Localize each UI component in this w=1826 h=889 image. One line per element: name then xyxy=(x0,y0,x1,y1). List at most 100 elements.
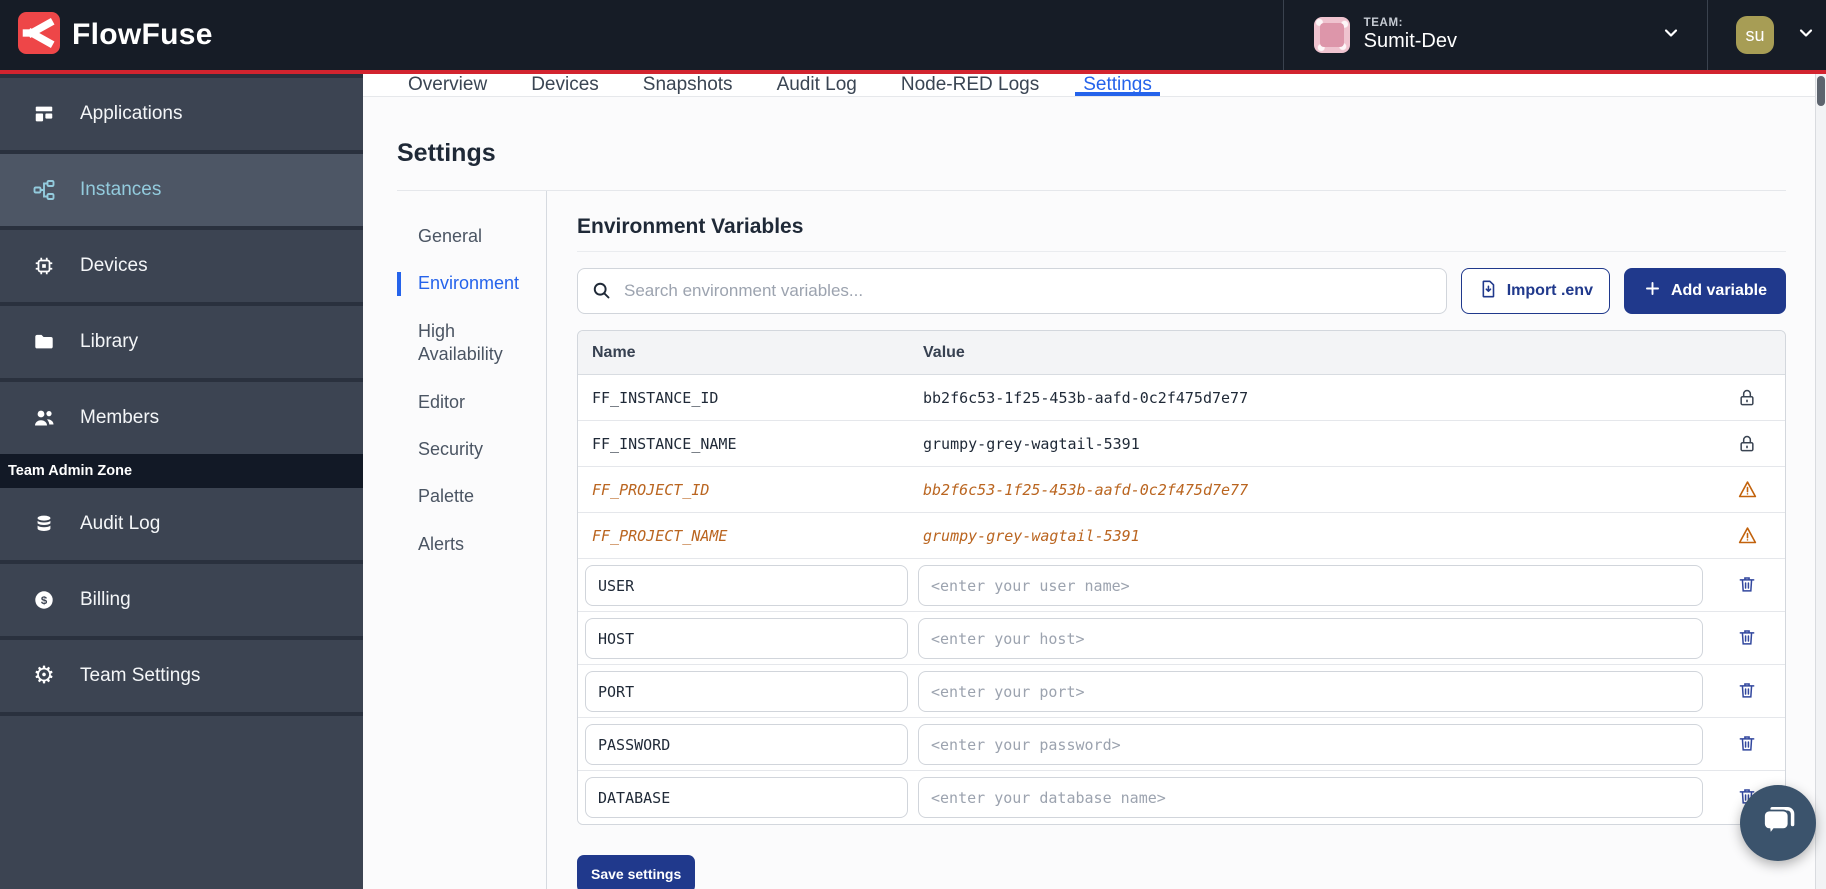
environment-section: Environment Variables xyxy=(547,191,1786,889)
trash-icon xyxy=(1737,733,1757,756)
sidebar-separator xyxy=(0,712,363,716)
tab-snapshots[interactable]: Snapshots xyxy=(643,74,733,96)
env-var-value-input[interactable] xyxy=(918,618,1703,659)
table-header-row: Name Value xyxy=(578,331,1785,375)
subnav-item-editor[interactable]: Editor xyxy=(397,391,528,414)
lock-icon xyxy=(1709,388,1785,408)
env-var-name-input[interactable] xyxy=(585,618,908,659)
scrollbar-thumb[interactable] xyxy=(1817,76,1825,106)
gear-icon: ⚙ xyxy=(32,664,56,688)
sidebar: Applications Instances Devices Library xyxy=(0,74,363,889)
sidebar-item-billing[interactable]: $ Billing xyxy=(0,564,363,636)
tab-settings[interactable]: Settings xyxy=(1083,74,1152,96)
env-var-name: FF_INSTANCE_ID xyxy=(578,389,918,407)
tab-overview[interactable]: Overview xyxy=(408,74,487,96)
env-var-name-input[interactable] xyxy=(585,565,908,606)
main-panel: Overview Devices Snapshots Audit Log Nod… xyxy=(363,74,1826,889)
env-var-value: bb2f6c53-1f25-453b-aafd-0c2f475d7e77 xyxy=(918,481,1709,499)
sidebar-item-team-settings[interactable]: ⚙ Team Settings xyxy=(0,640,363,712)
delete-variable-button[interactable] xyxy=(1733,729,1761,760)
settings-subnav: General Environment High Availability Ed… xyxy=(397,191,547,889)
sidebar-item-label: Instances xyxy=(80,179,161,201)
env-var-row: FF_PROJECT_NAMEgrumpy-grey-wagtail-5391 xyxy=(578,513,1785,559)
avatar: su xyxy=(1736,16,1774,54)
brand-name: FlowFuse xyxy=(72,18,213,52)
sidebar-item-label: Team Settings xyxy=(80,665,200,687)
search-input[interactable] xyxy=(577,268,1447,314)
subnav-item-high-availability[interactable]: High Availability xyxy=(397,320,528,367)
chevron-down-icon xyxy=(1661,23,1681,48)
sidebar-item-devices[interactable]: Devices xyxy=(0,230,363,302)
add-variable-button[interactable]: Add variable xyxy=(1624,268,1786,314)
page-title: Settings xyxy=(397,139,1786,168)
sidebar-item-label: Devices xyxy=(80,255,148,277)
warning-icon xyxy=(1709,525,1785,546)
env-var-value-input[interactable] xyxy=(918,777,1703,818)
env-var-row xyxy=(578,665,1785,718)
column-header-name: Name xyxy=(578,344,918,362)
chat-widget-button[interactable] xyxy=(1740,785,1816,861)
sidebar-item-label: Billing xyxy=(80,589,131,611)
sidebar-item-instances[interactable]: Instances xyxy=(0,154,363,226)
env-var-name: FF_PROJECT_ID xyxy=(578,481,918,499)
sidebar-section-team-admin-zone: Team Admin Zone xyxy=(0,454,363,488)
team-name: Sumit-Dev xyxy=(1364,30,1457,53)
env-var-value: bb2f6c53-1f25-453b-aafd-0c2f475d7e77 xyxy=(918,389,1709,407)
env-var-row: FF_INSTANCE_NAMEgrumpy-grey-wagtail-5391 xyxy=(578,421,1785,467)
env-var-row: FF_PROJECT_IDbb2f6c53-1f25-453b-aafd-0c2… xyxy=(578,467,1785,513)
subnav-item-security[interactable]: Security xyxy=(397,438,528,461)
topbar: FlowFuse TEAM: Sumit-Dev su xyxy=(0,0,1826,70)
settings-content: Settings General Environment High Availa… xyxy=(363,97,1826,889)
section-divider xyxy=(577,251,1786,252)
delete-variable-button[interactable] xyxy=(1733,676,1761,707)
trash-icon xyxy=(1737,574,1757,597)
team-text: TEAM: Sumit-Dev xyxy=(1364,17,1457,53)
sidebar-item-audit-log[interactable]: Audit Log xyxy=(0,488,363,560)
delete-variable-button[interactable] xyxy=(1733,623,1761,654)
search-icon xyxy=(591,280,612,306)
env-var-row xyxy=(578,559,1785,612)
applications-icon xyxy=(32,102,56,126)
save-settings-button[interactable]: Save settings xyxy=(577,855,695,889)
sidebar-item-label: Applications xyxy=(80,103,182,125)
sidebar-item-library[interactable]: Library xyxy=(0,306,363,378)
brand: FlowFuse xyxy=(18,12,213,59)
chip-icon xyxy=(32,254,56,278)
subnav-item-palette[interactable]: Palette xyxy=(397,485,528,508)
sidebar-item-label: Audit Log xyxy=(80,513,160,535)
subnav-item-environment[interactable]: Environment xyxy=(397,272,528,295)
team-label: TEAM: xyxy=(1364,17,1457,30)
add-variable-label: Add variable xyxy=(1671,282,1767,300)
instances-icon xyxy=(32,178,56,202)
database-icon xyxy=(32,512,56,536)
user-menu[interactable]: su xyxy=(1708,16,1826,54)
env-var-value-input[interactable] xyxy=(918,724,1703,765)
env-var-row xyxy=(578,771,1785,824)
team-selector[interactable]: TEAM: Sumit-Dev xyxy=(1284,0,1707,70)
import-env-button[interactable]: Import .env xyxy=(1461,268,1610,314)
env-var-value: grumpy-grey-wagtail-5391 xyxy=(918,435,1709,453)
env-var-name: FF_PROJECT_NAME xyxy=(578,527,918,545)
chevron-down-icon xyxy=(1796,23,1816,48)
page-scrollbar[interactable] xyxy=(1815,74,1826,889)
env-var-value-input[interactable] xyxy=(918,565,1703,606)
sidebar-item-applications[interactable]: Applications xyxy=(0,78,363,150)
env-variables-table: Name Value FF_INSTANCE_IDbb2f6c53-1f25-4… xyxy=(577,330,1786,825)
dollar-icon: $ xyxy=(32,588,56,612)
delete-variable-button[interactable] xyxy=(1733,570,1761,601)
tab-audit-log[interactable]: Audit Log xyxy=(777,74,857,96)
tab-node-red-logs[interactable]: Node-RED Logs xyxy=(901,74,1039,96)
sidebar-item-label: Library xyxy=(80,331,138,353)
env-var-value-input[interactable] xyxy=(918,671,1703,712)
env-var-name-input[interactable] xyxy=(585,724,908,765)
sidebar-item-members[interactable]: Members xyxy=(0,382,363,454)
import-file-icon xyxy=(1478,279,1498,304)
subnav-item-alerts[interactable]: Alerts xyxy=(397,533,528,556)
env-table-body: FF_INSTANCE_IDbb2f6c53-1f25-453b-aafd-0c… xyxy=(578,375,1785,824)
topbar-right: TEAM: Sumit-Dev su xyxy=(1283,0,1826,70)
subnav-item-general[interactable]: General xyxy=(397,225,528,248)
env-var-name-input[interactable] xyxy=(585,671,908,712)
tab-devices[interactable]: Devices xyxy=(531,74,599,96)
env-var-name-input[interactable] xyxy=(585,777,908,818)
import-env-label: Import .env xyxy=(1507,282,1593,300)
